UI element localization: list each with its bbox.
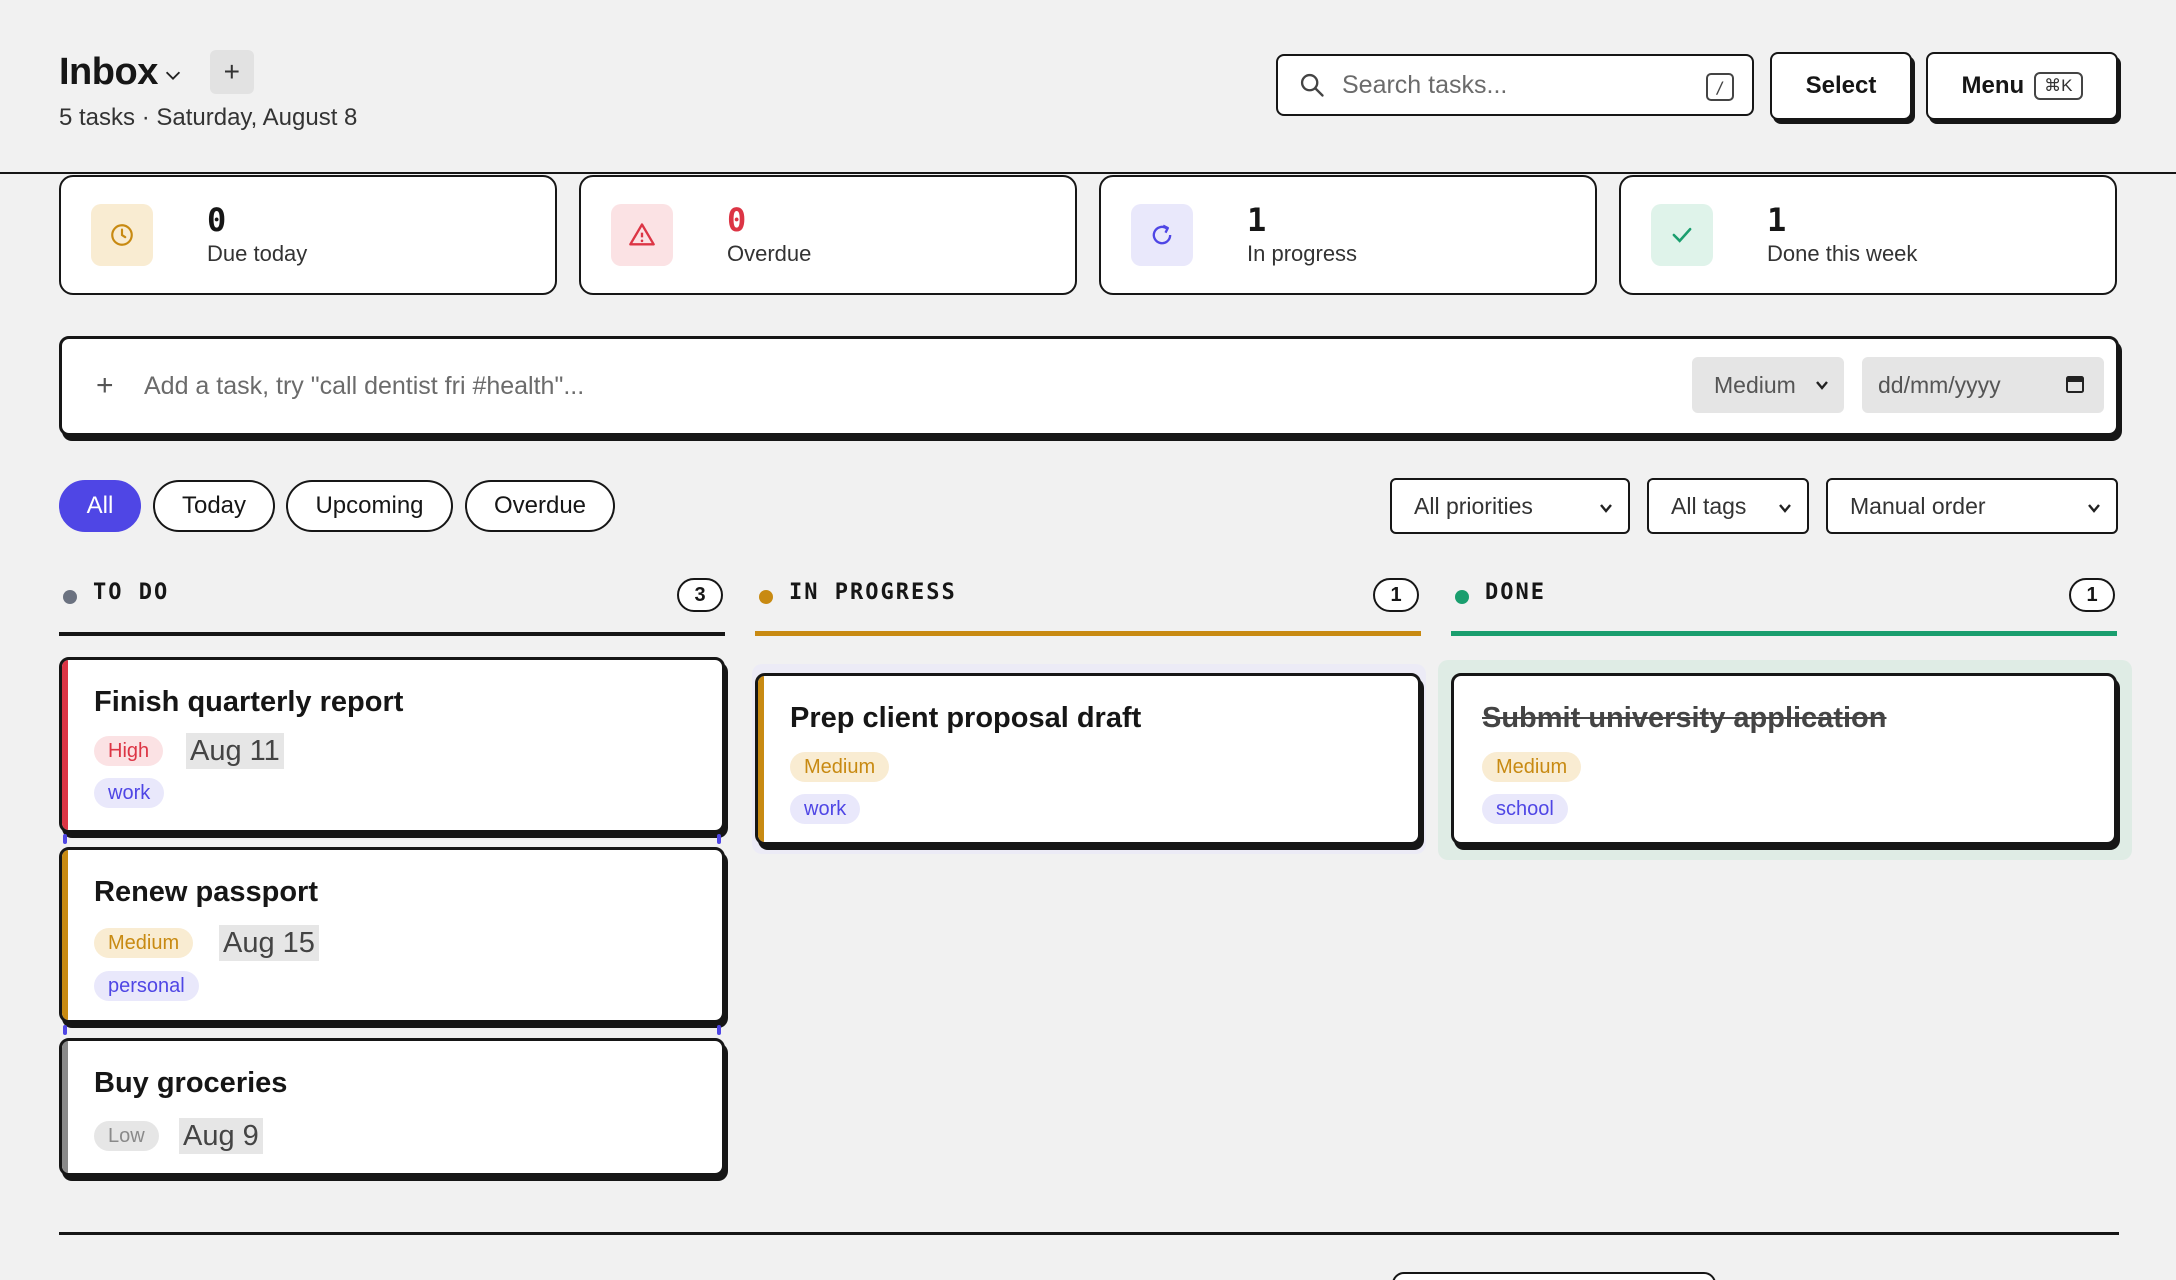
- stat-label: Overdue: [727, 241, 812, 266]
- chevron-down-icon: [2088, 504, 2100, 513]
- column-title: TO DO: [93, 580, 170, 605]
- chevron-down-icon: [1779, 504, 1791, 513]
- clock-icon: [91, 204, 153, 266]
- quick-add-bar: + Medium dd/mm/yyyy: [59, 336, 2119, 436]
- footer-divider: [59, 1232, 2119, 1235]
- chevron-down-icon: [1600, 504, 1612, 513]
- task-title: Renew passport: [94, 876, 318, 908]
- priority-bar: [62, 1041, 68, 1173]
- status-dot: [759, 590, 773, 604]
- quick-add-date-input[interactable]: dd/mm/yyyy: [1862, 357, 2104, 413]
- filter-tab-upcoming[interactable]: Upcoming: [286, 480, 453, 532]
- stat-label: Due today: [207, 241, 308, 266]
- sort-order-select[interactable]: Manual order: [1826, 478, 2118, 534]
- refresh-icon: [1131, 204, 1193, 266]
- stat-label: In progress: [1247, 241, 1358, 266]
- priority-bar: [62, 660, 68, 830]
- column-title: IN PROGRESS: [789, 580, 957, 605]
- stat-value: 0: [207, 201, 227, 239]
- task-card[interactable]: Prep client proposal draft Medium work: [755, 673, 1421, 845]
- filter-tab-overdue[interactable]: Overdue: [465, 480, 615, 532]
- search-icon: [1300, 73, 1324, 97]
- stat-overdue: 0 Overdue: [579, 175, 1077, 295]
- priority-filter-select[interactable]: All priorities: [1390, 478, 1630, 534]
- task-title: Submit university application: [1482, 702, 1887, 734]
- task-title: Prep client proposal draft: [790, 702, 1142, 734]
- stat-value: 1: [1767, 201, 1787, 239]
- page-title[interactable]: Inbox: [59, 51, 158, 94]
- task-title: Buy groceries: [94, 1067, 288, 1099]
- stat-value: 0: [727, 201, 747, 239]
- priority-badge: Medium: [790, 752, 890, 782]
- priority-bar: [62, 850, 68, 1020]
- drop-indicator: [63, 834, 67, 844]
- drop-indicator: [63, 1025, 67, 1035]
- date-placeholder: dd/mm/yyyy: [1878, 371, 2001, 398]
- column-count-badge: 1: [2069, 578, 2115, 612]
- sort-order-value: Manual order: [1850, 492, 1986, 519]
- task-card[interactable]: Buy groceries Low Aug 9: [59, 1038, 725, 1176]
- search-shortcut-badge: /: [1706, 73, 1734, 101]
- drop-indicator: [717, 1025, 721, 1035]
- footer-control[interactable]: [1392, 1272, 1716, 1280]
- page-subtitle: 5 tasks · Saturday, August 8: [59, 104, 358, 131]
- check-icon: [1651, 204, 1713, 266]
- drop-indicator: [717, 834, 721, 844]
- status-dot: [1455, 590, 1469, 604]
- stat-in-progress: 1 In progress: [1099, 175, 1597, 295]
- tag-filter-select[interactable]: All tags: [1647, 478, 1809, 534]
- quick-add-priority-select[interactable]: Medium: [1692, 357, 1844, 413]
- tag-badge[interactable]: personal: [94, 971, 199, 1001]
- column-header-done: DONE 1: [1451, 578, 2117, 636]
- stat-due-today: 0 Due today: [59, 175, 557, 295]
- column-title: DONE: [1485, 580, 1546, 605]
- task-title: Finish quarterly report: [94, 686, 404, 718]
- page-header: Inbox + 5 tasks · Saturday, August 8 / S…: [0, 0, 2176, 174]
- plus-icon: +: [96, 369, 114, 402]
- column-divider: [1451, 631, 2117, 636]
- warning-icon: [611, 204, 673, 266]
- priority-badge: Medium: [1482, 752, 1582, 782]
- column-count-badge: 1: [1373, 578, 1419, 612]
- task-card-done[interactable]: Submit university application Medium sch…: [1451, 673, 2117, 845]
- calendar-icon[interactable]: [2064, 373, 2086, 395]
- select-button[interactable]: Select: [1770, 52, 1912, 120]
- priority-filter-value: All priorities: [1414, 492, 1533, 519]
- due-date[interactable]: Aug 15: [219, 925, 319, 961]
- column-count-badge: 3: [677, 578, 723, 612]
- task-card[interactable]: Renew passport Medium Aug 15 personal: [59, 847, 725, 1023]
- status-dot: [63, 590, 77, 604]
- chevron-down-icon: [1816, 381, 1828, 390]
- menu-shortcut-badge: ⌘K: [2034, 72, 2083, 100]
- quick-add-input[interactable]: [144, 371, 1524, 401]
- column-divider: [755, 631, 1421, 636]
- filter-tab-all[interactable]: All: [59, 480, 141, 532]
- priority-badge: High: [94, 736, 164, 766]
- tag-badge[interactable]: work: [790, 794, 861, 824]
- stat-done-week: 1 Done this week: [1619, 175, 2117, 295]
- column-header-in-progress: IN PROGRESS 1: [755, 578, 1421, 636]
- tag-filter-value: All tags: [1671, 492, 1747, 519]
- chevron-down-icon[interactable]: [162, 64, 184, 86]
- due-date[interactable]: Aug 11: [186, 733, 284, 769]
- priority-select-value: Medium: [1714, 371, 1796, 398]
- tag-badge[interactable]: work: [94, 778, 165, 808]
- task-card[interactable]: Finish quarterly report High Aug 11 work: [59, 657, 725, 833]
- search-box[interactable]: /: [1276, 54, 1754, 116]
- title-row: Inbox +: [59, 50, 254, 94]
- stat-label: Done this week: [1767, 241, 1918, 266]
- priority-bar: [758, 676, 764, 842]
- tag-badge[interactable]: school: [1482, 794, 1568, 824]
- due-date[interactable]: Aug 9: [179, 1118, 263, 1154]
- menu-button[interactable]: Menu ⌘K: [1926, 52, 2118, 120]
- priority-badge: Medium: [94, 928, 194, 958]
- search-input[interactable]: [1342, 70, 1702, 100]
- menu-button-label: Menu: [1961, 72, 2025, 99]
- add-list-button[interactable]: +: [209, 50, 254, 94]
- column-header-todo: TO DO 3: [59, 578, 725, 636]
- stat-value: 1: [1247, 201, 1267, 239]
- column-divider: [59, 632, 725, 636]
- priority-badge: Low: [94, 1121, 159, 1151]
- filter-tab-today[interactable]: Today: [153, 480, 275, 532]
